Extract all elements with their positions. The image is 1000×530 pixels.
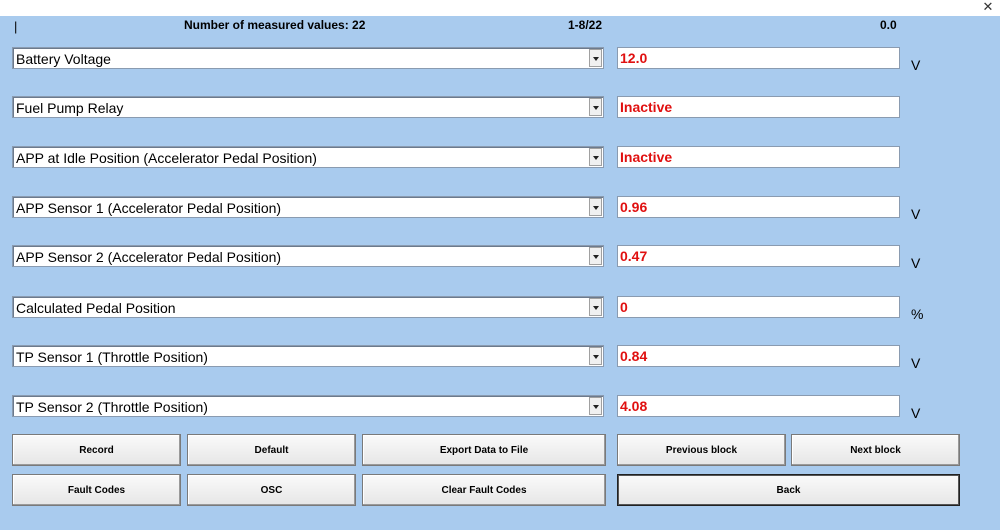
page-range: 1-8/22 bbox=[568, 18, 603, 32]
unit-label: V bbox=[911, 255, 921, 271]
measured-value-row: APP at Idle Position (Accelerator Pedal … bbox=[0, 146, 1000, 170]
measured-value-row: Battery Voltage 12.0 V bbox=[0, 47, 1000, 73]
dropdown-button[interactable] bbox=[589, 49, 602, 67]
value-text: 0 bbox=[620, 299, 628, 315]
dropdown-button[interactable] bbox=[589, 98, 602, 116]
parameter-label: Battery Voltage bbox=[16, 51, 111, 67]
chevron-down-icon bbox=[593, 57, 599, 61]
parameter-label: APP Sensor 1 (Accelerator Pedal Position… bbox=[16, 200, 282, 216]
chevron-down-icon bbox=[593, 306, 599, 310]
value-text: Inactive bbox=[620, 149, 673, 165]
unit-label: % bbox=[911, 306, 924, 322]
chevron-down-icon bbox=[593, 156, 599, 160]
value-field: Inactive bbox=[617, 146, 900, 168]
value-text: Inactive bbox=[620, 99, 673, 115]
dropdown-button[interactable] bbox=[589, 148, 602, 166]
value-text: 0.96 bbox=[620, 199, 648, 215]
measured-values-count: Number of measured values: 22 bbox=[184, 18, 366, 32]
value-field: 0.84 bbox=[617, 345, 900, 367]
export-data-button[interactable]: Export Data to File bbox=[362, 434, 606, 466]
parameter-label: TP Sensor 2 (Throttle Position) bbox=[16, 399, 208, 415]
text-cursor-marker: | bbox=[14, 19, 18, 34]
parameter-label: Calculated Pedal Position bbox=[16, 300, 176, 316]
parameter-select[interactable]: TP Sensor 1 (Throttle Position) bbox=[12, 345, 604, 367]
value-field: Inactive bbox=[617, 96, 900, 118]
chevron-down-icon bbox=[593, 106, 599, 110]
value-field: 0 bbox=[617, 296, 900, 318]
value-field: 0.47 bbox=[617, 245, 900, 267]
dropdown-button[interactable] bbox=[589, 298, 602, 316]
unit-label: V bbox=[911, 405, 921, 421]
measured-value-row: Calculated Pedal Position 0 % bbox=[0, 296, 1000, 322]
parameter-label: Fuel Pump Relay bbox=[16, 100, 124, 116]
chevron-down-icon bbox=[593, 255, 599, 259]
value-text: 12.0 bbox=[620, 50, 648, 66]
close-icon[interactable]: ✕ bbox=[976, 0, 1000, 16]
unit-label: V bbox=[911, 355, 921, 371]
chevron-down-icon bbox=[593, 355, 599, 359]
parameter-select[interactable]: APP at Idle Position (Accelerator Pedal … bbox=[12, 146, 604, 168]
dropdown-button[interactable] bbox=[589, 198, 602, 216]
parameter-select[interactable]: Calculated Pedal Position bbox=[12, 296, 604, 318]
value-text: 4.08 bbox=[620, 398, 648, 414]
parameter-select[interactable]: APP Sensor 2 (Accelerator Pedal Position… bbox=[12, 245, 604, 267]
dropdown-button[interactable] bbox=[589, 397, 602, 415]
value-text: 0.84 bbox=[620, 348, 648, 364]
dropdown-button[interactable] bbox=[589, 247, 602, 265]
value-field: 0.96 bbox=[617, 196, 900, 218]
record-button[interactable]: Record bbox=[12, 434, 181, 466]
chevron-down-icon bbox=[593, 405, 599, 409]
chevron-down-icon bbox=[593, 206, 599, 210]
parameter-label: APP Sensor 2 (Accelerator Pedal Position… bbox=[16, 249, 282, 265]
clear-fault-codes-button[interactable]: Clear Fault Codes bbox=[362, 474, 606, 506]
dropdown-button[interactable] bbox=[589, 347, 602, 365]
next-block-button[interactable]: Next block bbox=[791, 434, 960, 466]
back-button[interactable]: Back bbox=[617, 474, 960, 506]
value-field: 12.0 bbox=[617, 47, 900, 69]
value-field: 4.08 bbox=[617, 395, 900, 417]
measured-value-row: TP Sensor 2 (Throttle Position) 4.08 V bbox=[0, 395, 1000, 421]
osc-button[interactable]: OSC bbox=[187, 474, 356, 506]
value-text: 0.47 bbox=[620, 248, 648, 264]
parameter-select[interactable]: Battery Voltage bbox=[12, 47, 604, 69]
measured-value-row: Fuel Pump Relay Inactive bbox=[0, 96, 1000, 120]
unit-label: V bbox=[911, 57, 921, 73]
measured-value-row: TP Sensor 1 (Throttle Position) 0.84 V bbox=[0, 345, 1000, 371]
unit-label: V bbox=[911, 206, 921, 222]
title-bar: ✕ bbox=[0, 0, 1000, 16]
previous-block-button[interactable]: Previous block bbox=[617, 434, 786, 466]
default-button[interactable]: Default bbox=[187, 434, 356, 466]
fault-codes-button[interactable]: Fault Codes bbox=[12, 474, 181, 506]
parameter-select[interactable]: Fuel Pump Relay bbox=[12, 96, 604, 118]
measured-value-row: APP Sensor 1 (Accelerator Pedal Position… bbox=[0, 196, 1000, 222]
parameter-select[interactable]: APP Sensor 1 (Accelerator Pedal Position… bbox=[12, 196, 604, 218]
header-counter: 0.0 bbox=[880, 18, 897, 32]
measured-value-row: APP Sensor 2 (Accelerator Pedal Position… bbox=[0, 245, 1000, 271]
parameter-label: APP at Idle Position (Accelerator Pedal … bbox=[16, 150, 317, 166]
parameter-select[interactable]: TP Sensor 2 (Throttle Position) bbox=[12, 395, 604, 417]
parameter-label: TP Sensor 1 (Throttle Position) bbox=[16, 349, 208, 365]
